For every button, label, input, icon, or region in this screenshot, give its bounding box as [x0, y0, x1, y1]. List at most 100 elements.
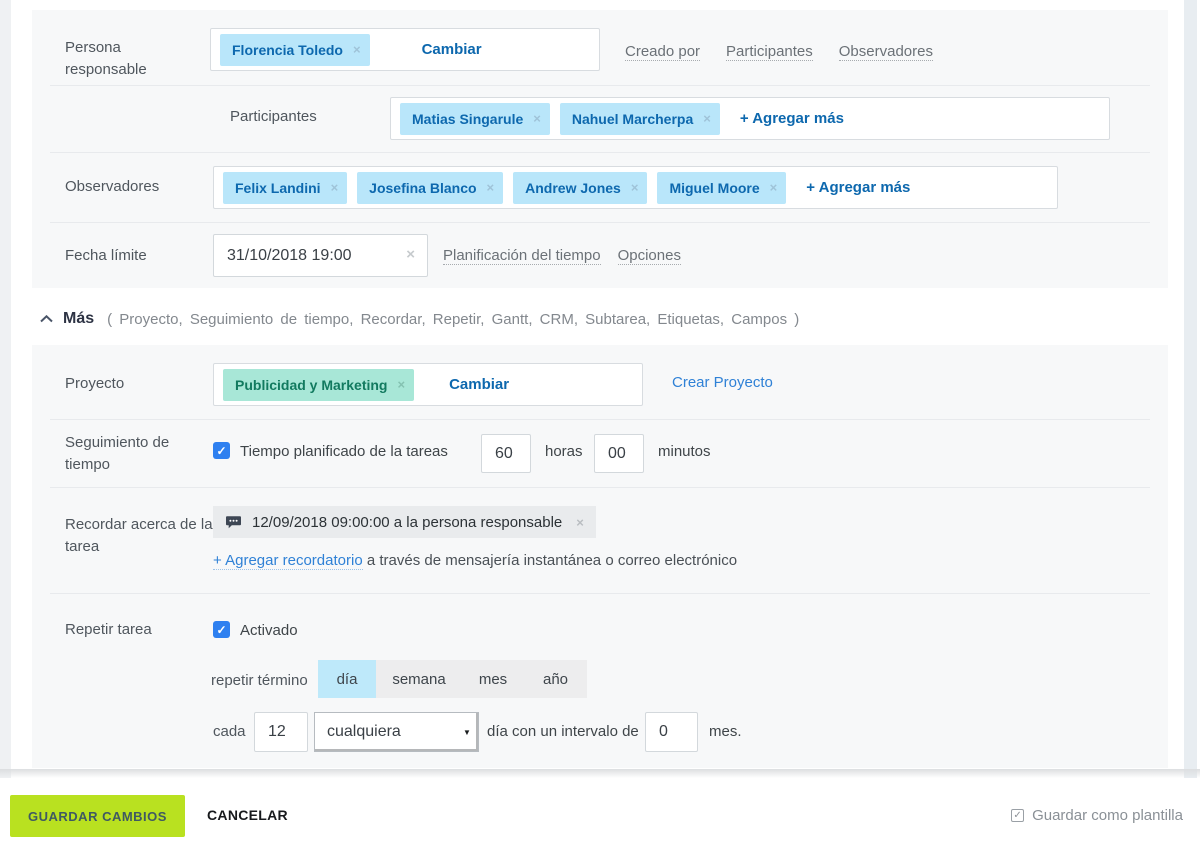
left-scroll-track[interactable]	[0, 0, 11, 778]
save-button[interactable]: GUARDAR CAMBIOS	[10, 795, 185, 837]
observer-tag: Andrew Jones ×	[513, 172, 647, 204]
create-project-link[interactable]: Crear Proyecto	[672, 374, 773, 391]
responsible-tag-label: Florencia Toledo	[232, 42, 343, 58]
project-tag-label: Publicidad y Marketing	[235, 377, 387, 393]
add-participant-link[interactable]: + Agregar más	[740, 110, 844, 127]
planned-time-label: Tiempo planificado de la tareas	[240, 443, 448, 460]
observer-tag: Felix Landini ×	[223, 172, 347, 204]
participant-tag-label: Matias Singarule	[412, 111, 523, 127]
more-fields-panel: Proyecto Publicidad y Marketing × Cambia…	[32, 345, 1168, 768]
responsible-field[interactable]: Florencia Toledo × Cambiar	[210, 28, 600, 71]
reminder-label: Recordar acerca de la tarea	[65, 514, 225, 558]
project-tag: Publicidad y Marketing ×	[223, 369, 414, 401]
more-section-header: Más ( Proyecto, Seguimiento de tiempo, R…	[40, 310, 799, 328]
options-link[interactable]: Opciones	[618, 247, 681, 265]
tab-day[interactable]: día	[318, 660, 376, 698]
repeat-enabled-checkbox[interactable]: ✓	[213, 621, 230, 638]
every-value-input[interactable]	[254, 712, 308, 752]
reminder-chip: 12/09/2018 09:00:00 a la persona respons…	[213, 506, 596, 538]
minutes-input[interactable]	[594, 434, 644, 473]
footer-divider	[0, 769, 1200, 778]
add-reminder-suffix: a través de mensajería instantánea o cor…	[367, 552, 737, 569]
interval-label: día con un intervalo de	[487, 723, 639, 740]
chevron-up-icon[interactable]	[40, 315, 53, 323]
time-planning-link[interactable]: Planificación del tiempo	[443, 247, 601, 265]
observer-tag: Josefina Blanco ×	[357, 172, 503, 204]
task-edit-form: Persona responsable Florencia Toledo × C…	[0, 0, 1200, 850]
repeat-term-tabs: día semana mes año	[318, 660, 587, 698]
interval-unit-label: mes.	[709, 723, 742, 740]
minutes-label: minutos	[658, 443, 711, 460]
every-label: cada	[213, 723, 246, 740]
observer-tag-label: Josefina Blanco	[369, 180, 476, 196]
responsible-tag: Florencia Toledo ×	[220, 34, 370, 66]
participants-link[interactable]: Participantes	[726, 43, 813, 61]
more-section-links[interactable]: ( Proyecto, Seguimiento de tiempo, Recor…	[107, 311, 799, 328]
remove-tag-icon[interactable]: ×	[631, 180, 639, 195]
clear-date-icon[interactable]: ×	[406, 246, 415, 263]
hours-input[interactable]	[481, 434, 531, 473]
remove-tag-icon[interactable]: ×	[703, 111, 711, 126]
remove-tag-icon[interactable]: ×	[331, 180, 339, 195]
participant-tag: Nahuel Marcherpa ×	[560, 103, 720, 135]
save-as-template-control[interactable]: ✓ Guardar como plantilla	[1011, 807, 1183, 824]
remove-tag-icon[interactable]: ×	[533, 111, 541, 126]
check-icon: ✓	[216, 444, 226, 458]
save-as-template-checkbox[interactable]: ✓	[1011, 809, 1024, 822]
deadline-input[interactable]	[213, 234, 428, 277]
participant-tag: Matias Singarule ×	[400, 103, 550, 135]
check-icon: ✓	[1013, 810, 1021, 821]
project-label: Proyecto	[65, 373, 124, 395]
change-responsible-link[interactable]: Cambiar	[422, 41, 482, 58]
weekday-select[interactable]: cualquiera ▼	[314, 712, 479, 752]
observers-field[interactable]: Felix Landini × Josefina Blanco × Andrew…	[213, 166, 1058, 209]
time-tracking-label: Seguimiento de tiempo	[65, 432, 195, 476]
reminder-chip-text: 12/09/2018 09:00:00 a la persona respons…	[252, 514, 562, 531]
tab-week[interactable]: semana	[376, 660, 462, 698]
remove-tag-icon[interactable]: ×	[353, 42, 361, 57]
observer-tag-label: Andrew Jones	[525, 180, 621, 196]
observer-tag-label: Felix Landini	[235, 180, 321, 196]
planned-time-checkbox[interactable]: ✓	[213, 442, 230, 459]
im-message-icon	[225, 515, 242, 530]
remove-tag-icon[interactable]: ×	[397, 377, 405, 392]
change-project-link[interactable]: Cambiar	[449, 376, 509, 393]
tab-month[interactable]: mes	[462, 660, 524, 698]
participants-label: Participantes	[230, 106, 317, 128]
divider	[50, 85, 1150, 86]
repeat-label: Repetir tarea	[65, 619, 152, 641]
divider	[50, 593, 1150, 594]
observer-tag-label: Miguel Moore	[669, 180, 759, 196]
project-field[interactable]: Publicidad y Marketing × Cambiar	[213, 363, 643, 406]
participants-field[interactable]: Matias Singarule × Nahuel Marcherpa × + …	[390, 97, 1110, 140]
deadline-label: Fecha límite	[65, 245, 147, 267]
cancel-button[interactable]: CANCELAR	[207, 807, 288, 823]
created-by-link[interactable]: Creado por	[625, 43, 700, 61]
repeat-enabled-label: Activado	[240, 622, 298, 639]
observer-tag: Miguel Moore ×	[657, 172, 786, 204]
remove-tag-icon[interactable]: ×	[770, 180, 778, 195]
responsible-label: Persona responsable	[65, 37, 185, 81]
add-reminder-link[interactable]: + Agregar recordatorio	[213, 552, 363, 570]
weekday-select-value: cualquiera	[315, 723, 460, 741]
right-scrollbar[interactable]	[1184, 0, 1197, 778]
interval-value-input[interactable]	[645, 712, 698, 752]
divider	[50, 487, 1150, 488]
save-as-template-label: Guardar como plantilla	[1032, 807, 1183, 824]
hours-label: horas	[545, 443, 583, 460]
repeat-term-label: repetir término	[211, 672, 308, 689]
divider	[50, 419, 1150, 420]
tab-year[interactable]: año	[524, 660, 587, 698]
observers-label: Observadores	[65, 176, 159, 198]
observers-link[interactable]: Observadores	[839, 43, 933, 61]
main-fields-panel: Persona responsable Florencia Toledo × C…	[32, 10, 1168, 288]
remove-tag-icon[interactable]: ×	[487, 180, 495, 195]
divider	[50, 152, 1150, 153]
more-toggle[interactable]: Más	[63, 310, 94, 328]
divider	[50, 222, 1150, 223]
check-icon: ✓	[216, 623, 226, 637]
footer-bar: GUARDAR CAMBIOS CANCELAR ✓ Guardar como …	[0, 778, 1200, 850]
select-arrow-icon: ▼	[460, 728, 478, 737]
add-observer-link[interactable]: + Agregar más	[806, 179, 910, 196]
remove-reminder-icon[interactable]: ×	[576, 515, 584, 530]
